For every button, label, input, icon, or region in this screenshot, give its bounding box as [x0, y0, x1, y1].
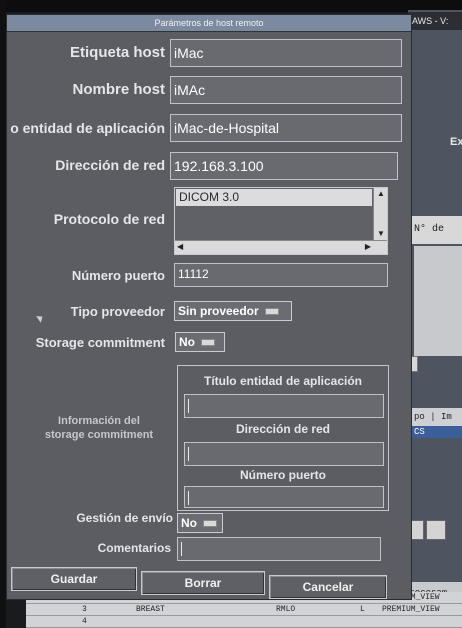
comentarios-input[interactable] — [177, 537, 381, 561]
background-window-title: AWS - V: — [408, 12, 462, 30]
numero-puerto-label: Número puerto — [71, 268, 165, 283]
monitor-bezel-top — [0, 0, 462, 12]
gestion-envio-option-menu[interactable]: No — [177, 513, 223, 533]
storage-commitment-group: Título entidad de aplicación Dirección d… — [177, 365, 389, 511]
background-application: AWS - V: Ex N° de po | Im CS Procesam. — [402, 10, 462, 628]
etiqueta-host-label: Etiqueta host — [69, 44, 165, 61]
gestion-envio-value: No — [181, 516, 197, 530]
storage-info-label-line2: storage commitment — [44, 429, 154, 441]
row-laterality: L — [360, 605, 365, 614]
background-table-header[interactable]: po | Im — [412, 408, 462, 426]
storage-titulo-input[interactable] — [184, 394, 384, 418]
gestion-envio-label: Gestión de envío — [76, 511, 173, 525]
scroll-right-icon[interactable]: ▶ — [365, 242, 371, 252]
entidad-aplicacion-label: o entidad de aplicación — [10, 120, 165, 136]
tipo-proveedor-value: Sin proveedor — [178, 304, 259, 318]
protocolo-red-listbox[interactable]: DICOM 3.0 ▲ ▼ ◀ ▶ — [174, 187, 388, 255]
direccion-red-label: Dirección de red — [55, 157, 165, 173]
storage-info-label-line1: Información del — [58, 415, 140, 427]
direccion-red-input[interactable]: 192.168.3.100 — [170, 152, 398, 180]
table-row[interactable]: 3 BREAST RMLO L PREMIUM_VIEW — [26, 604, 462, 616]
titulo-entidad-label: Título entidad de aplicación — [203, 374, 362, 388]
export-icon[interactable] — [426, 520, 446, 540]
storage-puerto-label: Número puerto — [239, 468, 326, 482]
storage-direccion-input[interactable] — [184, 442, 384, 466]
guardar-button[interactable]: Guardar — [11, 567, 137, 591]
entidad-aplicacion-input[interactable]: iMac-de-Hospital — [170, 114, 402, 142]
option-menu-indicator-icon — [203, 520, 217, 528]
etiqueta-host-input[interactable]: iMac — [170, 39, 402, 67]
text-cursor — [188, 490, 189, 505]
storage-commitment-option-menu[interactable]: No — [175, 332, 225, 352]
scroll-left-icon[interactable]: ◀ — [177, 242, 183, 252]
entidad-aplicacion-value: iMac-de-Hospital — [174, 120, 280, 136]
etiqueta-host-value: iMac — [174, 45, 204, 61]
background-list[interactable] — [414, 246, 462, 356]
storage-commitment-label: Storage commitment — [35, 335, 165, 350]
storage-puerto-input[interactable] — [184, 486, 384, 508]
numero-puerto-value: 11112 — [178, 267, 209, 281]
scroll-up-icon[interactable]: ▲ — [377, 189, 385, 199]
mouse-pointer-icon — [36, 313, 45, 323]
nombre-host-value: iMAc — [174, 82, 206, 98]
tipo-proveedor-option-menu[interactable]: Sin proveedor — [174, 301, 292, 321]
horizontal-scrollbar[interactable]: ◀ ▶ — [175, 240, 387, 254]
scroll-down-icon[interactable]: ▼ — [377, 229, 385, 239]
borrar-button[interactable]: Borrar — [141, 571, 265, 595]
vertical-scrollbar[interactable]: ▲ ▼ — [373, 188, 387, 240]
direccion-red-value: 192.168.3.100 — [174, 158, 264, 174]
row-number: 4 — [82, 617, 87, 626]
tipo-proveedor-label: Tipo proveedor — [70, 304, 165, 319]
nombre-host-label: Nombre host — [72, 81, 165, 98]
option-menu-indicator-icon — [201, 339, 215, 347]
numero-puerto-input[interactable]: 11112 — [174, 263, 388, 287]
text-cursor — [188, 446, 189, 461]
storage-commitment-value: No — [179, 335, 195, 349]
comentarios-label: Comentarios — [97, 541, 171, 555]
storage-direccion-label: Dirección de red — [235, 422, 331, 436]
row-view: RMLO — [276, 605, 296, 614]
table-row[interactable]: 4 — [26, 616, 462, 628]
row-body-part: BREAST — [136, 605, 165, 614]
text-cursor — [181, 541, 182, 556]
background-ex-label: Ex — [450, 136, 462, 148]
remote-host-parameters-dialog: Parámetros de host remoto Etiqueta host … — [6, 14, 412, 600]
protocolo-red-label: Protocolo de red — [53, 211, 165, 227]
option-menu-indicator-icon — [264, 308, 279, 316]
background-column-header[interactable]: N° de — [412, 216, 462, 244]
row-number: 3 — [82, 605, 87, 614]
protocolo-option-selected[interactable]: DICOM 3.0 — [176, 189, 372, 206]
dialog-title: Parámetros de host remoto — [7, 15, 411, 32]
text-cursor — [188, 398, 189, 413]
row-label: PREMIUM_VIEW — [382, 605, 440, 614]
nombre-host-input[interactable]: iMAc — [170, 76, 402, 104]
cancelar-button[interactable]: Cancelar — [269, 575, 387, 599]
background-selected-row[interactable]: CS — [412, 426, 462, 438]
